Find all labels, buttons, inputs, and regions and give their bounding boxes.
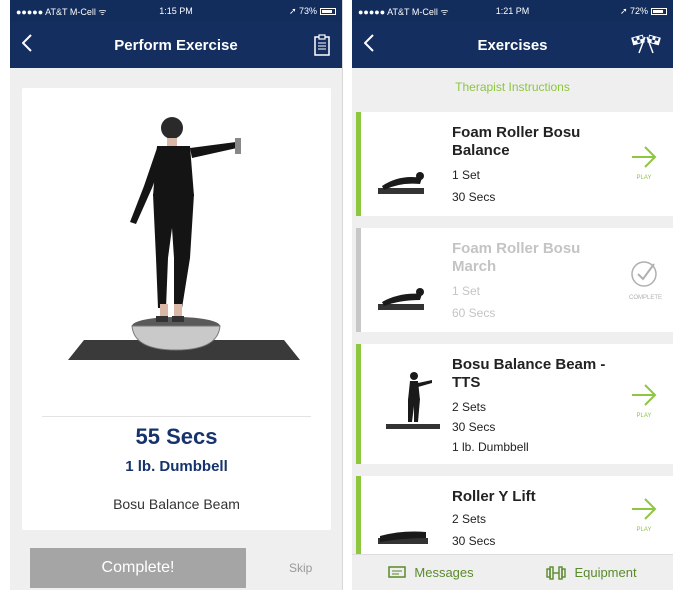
exercise-name: Roller Y Lift (452, 488, 536, 505)
exercise-sets: 1 Set (452, 168, 481, 182)
exercise-list-item[interactable]: Foam Roller Bosu March 1 Set 60 Secs COM… (356, 228, 673, 332)
item-status-bar (356, 112, 361, 216)
battery-icon (320, 7, 336, 15)
equipment-label: 1 lb. Dumbbell (125, 458, 228, 475)
play-button[interactable]: PLAY (629, 498, 659, 533)
battery-indicator: ➚ 73% (289, 6, 336, 17)
exercise-thumbnail (378, 172, 424, 194)
play-button[interactable]: PLAY (629, 146, 659, 181)
arrow-right-icon (632, 498, 657, 520)
skip-button[interactable]: Skip (289, 561, 312, 575)
carrier-label: ●●●●● AT&T M-Cell ᯤ (16, 6, 107, 17)
chevron-left-icon[interactable] (363, 34, 374, 56)
check-circle-icon (631, 261, 657, 287)
tab-label: Equipment (574, 565, 637, 580)
action-label: PLAY (636, 527, 652, 533)
action-label: PLAY (636, 413, 652, 419)
action-label: PLAY (636, 175, 652, 181)
exercise-card: 55 Secs 1 lb. Dumbbell Bosu Balance Beam (22, 88, 331, 530)
status-bar: ●●●●● AT&T M-Cell ᯤ 1:21 PM ➚ 72% (352, 0, 673, 22)
nav-bar: Exercises (352, 22, 673, 68)
battery-icon (651, 7, 667, 15)
clipboard-icon[interactable] (314, 34, 330, 61)
battery-label: ➚ 72% (619, 5, 648, 16)
complete-button[interactable]: Complete! (30, 548, 246, 588)
complete-status: COMPLETE (629, 260, 663, 301)
exercise-name: Bosu Balance Beam - TTS (452, 356, 606, 391)
exercise-duration: 30 Secs (452, 190, 496, 204)
tab-messages[interactable]: Messages (388, 565, 474, 580)
perform-exercise-screen: ●●●●● AT&T M-Cell ᯤ 1:15 PM ➚ 73% Perfor… (10, 0, 343, 590)
chevron-left-icon[interactable] (21, 34, 32, 56)
exercise-thumbnail (378, 288, 424, 310)
duration-label: 55 Secs (135, 424, 218, 449)
dumbbell-icon (546, 565, 567, 580)
exercise-list-item[interactable]: Foam Roller Bosu Balance 1 Set 30 Secs P… (356, 112, 673, 216)
exercise-duration: 30 Secs (452, 420, 496, 434)
action-label: COMPLETE (629, 295, 663, 301)
exercise-sets: 2 Sets (452, 512, 487, 526)
bottom-tab-bar: Messages Equipment (352, 554, 673, 590)
battery-indicator: ➚ 72% (620, 6, 667, 17)
exercise-name: Foam Roller Bosu Balance (452, 124, 581, 159)
exercise-duration: 30 Secs (452, 534, 496, 548)
exercises-screen: ●●●●● AT&T M-Cell ᯤ 1:21 PM ➚ 72% Exerci… (352, 0, 673, 590)
tab-equipment[interactable]: Equipment (546, 565, 637, 580)
item-status-bar (356, 344, 361, 464)
exercise-list-item[interactable]: Roller Y Lift 2 Sets 30 Secs PLAY (356, 476, 673, 554)
message-icon (388, 565, 407, 578)
tab-label: Messages (414, 565, 474, 580)
nav-bar: Perform Exercise (10, 22, 342, 68)
arrow-right-icon (632, 146, 657, 168)
exercise-list-item[interactable]: Bosu Balance Beam - TTS 2 Sets 30 Secs 1… (356, 344, 673, 464)
item-status-bar (356, 476, 361, 554)
play-button[interactable]: PLAY (629, 384, 659, 419)
exercise-thumbnail (378, 531, 428, 544)
exercise-name: Foam Roller Bosu March (452, 240, 581, 275)
page-title: Exercises (477, 36, 548, 54)
card-divider (42, 416, 311, 417)
checkered-flags-icon[interactable] (631, 34, 661, 59)
exercise-equipment: 1 lb. Dumbbell (452, 440, 529, 454)
therapist-instructions-link[interactable]: Therapist Instructions (352, 68, 673, 106)
exercise-sets: 1 Set (452, 284, 481, 298)
exercise-duration: 60 Secs (452, 306, 496, 320)
page-title: Perform Exercise (114, 36, 238, 54)
exercise-name: Bosu Balance Beam (113, 496, 240, 512)
carrier-label: ●●●●● AT&T M-Cell ᯤ (358, 6, 449, 17)
status-bar: ●●●●● AT&T M-Cell ᯤ 1:15 PM ➚ 73% (10, 0, 342, 22)
exercise-sets: 2 Sets (452, 400, 487, 414)
battery-label: ➚ 73% (288, 5, 317, 16)
exercise-illustration (68, 117, 300, 360)
exercise-thumbnail (386, 372, 440, 429)
item-status-bar (356, 228, 361, 332)
arrow-right-icon (632, 384, 657, 406)
